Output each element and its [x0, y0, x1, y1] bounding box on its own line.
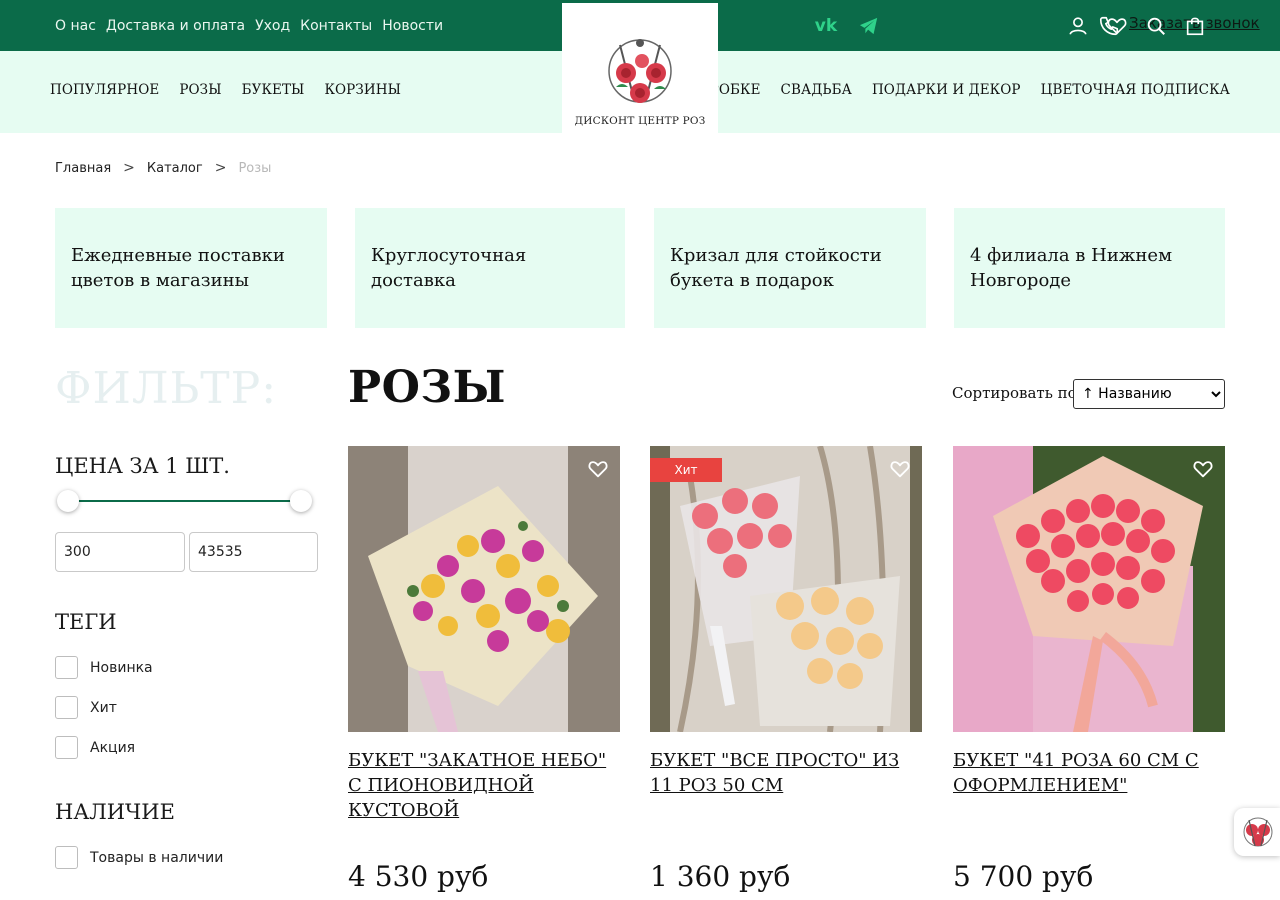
- floating-chat-widget[interactable]: [1234, 808, 1280, 856]
- checkbox-label: Хит: [90, 699, 117, 716]
- breadcrumb-current: Розы: [238, 160, 272, 176]
- feature-text: Ежедневные поставки цветов в магазины: [71, 245, 285, 291]
- price-slider-min-handle[interactable]: [57, 490, 79, 512]
- checkbox[interactable]: [55, 696, 78, 719]
- favorites-icon[interactable]: [1104, 13, 1130, 39]
- nav-wedding[interactable]: СВАДЬБА: [781, 82, 852, 98]
- search-icon[interactable]: [1143, 13, 1169, 39]
- product-name[interactable]: Букет "Закатное небо" с пионовидной куст…: [348, 748, 620, 823]
- nav-roses[interactable]: РОЗЫ: [179, 82, 221, 98]
- favorite-heart-icon[interactable]: [587, 458, 609, 480]
- category-nav-left: ПОПУЛЯРНОЕ РОЗЫ БУКЕТЫ КОРЗИНЫ: [50, 51, 401, 129]
- account-icon[interactable]: [1065, 13, 1091, 39]
- top-link-news[interactable]: Новости: [382, 18, 443, 34]
- product-image[interactable]: Хит: [650, 446, 922, 732]
- nav-baskets[interactable]: КОРЗИНЫ: [324, 82, 401, 98]
- nav-popular[interactable]: ПОПУЛЯРНОЕ: [50, 82, 159, 98]
- filter-title: ФИЛЬТР:: [55, 363, 278, 414]
- logo-text: ДИСКОНТ ЦЕНТР РОЗ: [574, 115, 706, 127]
- tag-filter-new[interactable]: Новинка: [55, 656, 153, 679]
- favorite-heart-icon[interactable]: [889, 458, 911, 480]
- price-slider-max-handle[interactable]: [290, 490, 312, 512]
- top-link-about[interactable]: О нас: [55, 18, 96, 34]
- checkbox[interactable]: [55, 846, 78, 869]
- top-link-delivery[interactable]: Доставка и оплата: [106, 18, 245, 34]
- product-card[interactable]: Букет "Закатное небо" с пионовидной куст…: [348, 446, 620, 900]
- sort-select[interactable]: ↑ Названию: [1073, 379, 1225, 409]
- logo-emblem: [608, 39, 672, 103]
- breadcrumb-separator: >: [214, 160, 227, 176]
- breadcrumb-catalog[interactable]: Каталог: [147, 161, 203, 176]
- logo[interactable]: ДИСКОНТ ЦЕНТР РОЗ: [562, 3, 718, 133]
- product-name[interactable]: Букет "Все просто" из 11 роз 50 см: [650, 748, 922, 798]
- product-price: 5 700 руб: [953, 860, 1094, 893]
- price-max-input[interactable]: [189, 532, 318, 572]
- bouquet-photo: [650, 446, 922, 732]
- feature-text: 4 филиала в Нижнем Новгороде: [970, 245, 1173, 291]
- bouquet-photo: [953, 446, 1225, 732]
- checkbox-label: Товары в наличии: [90, 849, 224, 866]
- hit-badge: Хит: [650, 458, 722, 482]
- feature-card: Круглосуточная доставка: [355, 208, 625, 328]
- tag-filter-hit[interactable]: Хит: [55, 696, 117, 719]
- top-link-care[interactable]: Уход: [255, 18, 290, 34]
- product-card[interactable]: Букет "41 роза 60 см с оформлением" 5 70…: [953, 446, 1225, 900]
- checkbox-label: Акция: [90, 739, 136, 756]
- checkbox[interactable]: [55, 736, 78, 759]
- feature-card: Кризал для стойкости букета в подарок: [654, 208, 926, 328]
- vk-icon[interactable]: vk: [813, 13, 839, 39]
- availability-filter-in-stock[interactable]: Товары в наличии: [55, 846, 223, 869]
- top-link-contacts[interactable]: Контакты: [300, 18, 372, 34]
- bouquet-photo: [348, 446, 620, 732]
- product-image[interactable]: [348, 446, 620, 732]
- category-nav-right: В КОРОБКЕ СВАДЬБА ПОДАРКИ И ДЕКОР ЦВЕТОЧ…: [674, 51, 1230, 129]
- top-nav: О нас Доставка и оплата Уход Контакты Но…: [55, 0, 443, 51]
- product-name[interactable]: Букет "41 роза 60 см с оформлением": [953, 748, 1225, 798]
- price-heading: ЦЕНА ЗА 1 ШТ.: [55, 454, 230, 478]
- tags-heading: ТЕГИ: [55, 610, 117, 634]
- sort-label: Сортировать по:: [952, 384, 1082, 402]
- feature-text: Круглосуточная доставка: [371, 245, 527, 291]
- breadcrumb-home[interactable]: Главная: [55, 161, 111, 176]
- breadcrumb-separator: >: [123, 160, 135, 176]
- page-title: РОЗЫ: [348, 362, 507, 413]
- price-slider-track: [68, 500, 302, 502]
- product-card[interactable]: Хит Букет "Все просто" из 11 роз 50 см 1…: [650, 446, 922, 900]
- product-price: 1 360 руб: [650, 860, 791, 893]
- top-actions: vk Заказать звонок: [740, 0, 1280, 51]
- rose-logo-icon: [1243, 817, 1273, 847]
- telegram-icon[interactable]: [856, 13, 882, 39]
- checkbox-label: Новинка: [90, 659, 153, 676]
- product-image[interactable]: [953, 446, 1225, 732]
- availability-heading: НАЛИЧИЕ: [55, 800, 175, 824]
- breadcrumb: Главная > Каталог > Розы: [55, 160, 271, 176]
- feature-card: 4 филиала в Нижнем Новгороде: [954, 208, 1225, 328]
- nav-gifts-decor[interactable]: ПОДАРКИ И ДЕКОР: [872, 82, 1021, 98]
- nav-bouquets[interactable]: БУКЕТЫ: [242, 82, 305, 98]
- price-min-input[interactable]: [55, 532, 185, 572]
- product-price: 4 530 руб: [348, 860, 489, 893]
- feature-card: Ежедневные поставки цветов в магазины: [55, 208, 327, 328]
- checkbox[interactable]: [55, 656, 78, 679]
- nav-flower-subscription[interactable]: ЦВЕТОЧНАЯ ПОДПИСКА: [1041, 82, 1230, 98]
- feature-text: Кризал для стойкости букета в подарок: [670, 245, 882, 291]
- cart-icon[interactable]: [1182, 13, 1208, 39]
- favorite-heart-icon[interactable]: [1192, 458, 1214, 480]
- tag-filter-sale[interactable]: Акция: [55, 736, 135, 759]
